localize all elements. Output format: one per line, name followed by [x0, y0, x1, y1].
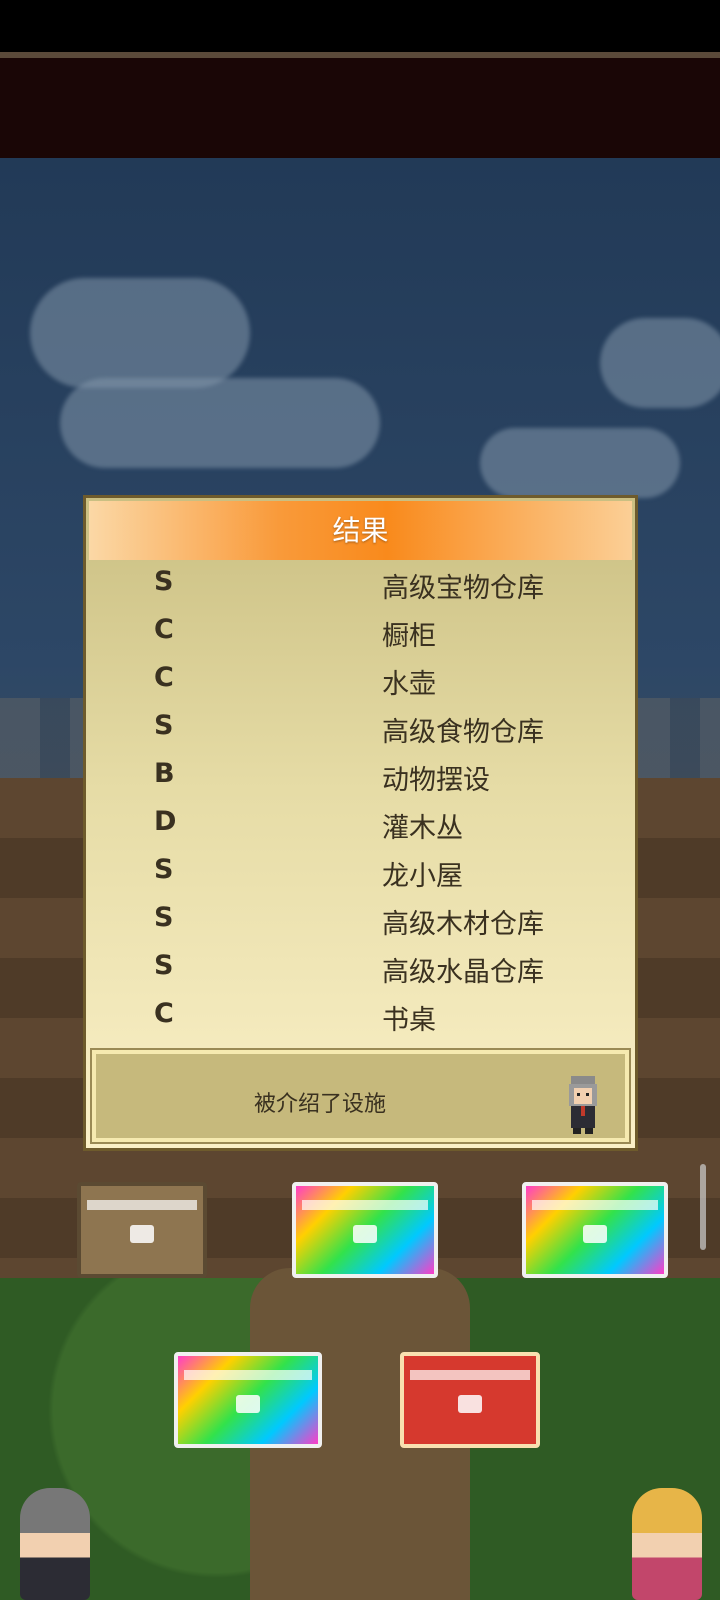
grade-label: C	[154, 662, 174, 693]
chest-lid	[532, 1200, 658, 1210]
chest-lock-icon	[130, 1224, 154, 1243]
blonde-girl-character	[632, 1488, 702, 1600]
facility-name: 动物摆设	[382, 765, 490, 796]
facility-name: 高级食物仓库	[382, 717, 544, 748]
result-row: C 书桌	[86, 992, 635, 1040]
result-row: D 灌木丛	[86, 800, 635, 848]
cloud	[600, 318, 720, 408]
result-row: S 高级宝物仓库	[86, 560, 635, 608]
chest-lid	[302, 1200, 428, 1210]
dialog-title: 结果	[89, 501, 632, 560]
rainbow-chest[interactable]	[292, 1182, 438, 1278]
result-row: B 动物摆设	[86, 752, 635, 800]
grade-label: C	[154, 614, 174, 645]
rainbow-chest[interactable]	[174, 1352, 322, 1448]
facility-name: 灌木丛	[382, 813, 463, 844]
facility-name: 高级水晶仓库	[382, 957, 544, 988]
rainbow-chest[interactable]	[522, 1182, 668, 1278]
grade-label: D	[154, 806, 177, 837]
grade-label: S	[154, 902, 174, 933]
wooden-chest[interactable]	[77, 1182, 207, 1278]
cloud	[480, 428, 680, 498]
facility-name: 龙小屋	[382, 861, 463, 892]
chest-lid	[184, 1370, 312, 1380]
facility-name: 高级宝物仓库	[382, 573, 544, 604]
gray-haired-man-character	[20, 1488, 90, 1600]
grade-label: B	[154, 758, 175, 789]
facility-name: 高级木材仓库	[382, 909, 544, 940]
facility-name: 书桌	[382, 1005, 436, 1036]
result-row: C 水壶	[86, 656, 635, 704]
top-banner	[0, 52, 720, 158]
result-row: S 高级食物仓库	[86, 704, 635, 752]
chest-lock-icon	[583, 1224, 607, 1243]
chest-lid	[410, 1370, 530, 1380]
cloud	[60, 378, 380, 468]
grade-label: S	[154, 710, 174, 741]
red-chest[interactable]	[400, 1352, 540, 1448]
chest-lock-icon	[353, 1224, 377, 1243]
grade-label: S	[154, 950, 174, 981]
chest-lock-icon	[458, 1394, 482, 1413]
results-dialog: 结果 S 高级宝物仓库 C 橱柜 C 水壶 S 高级食物仓库 B 动物摆设 D …	[83, 495, 638, 1151]
grade-label: S	[154, 854, 174, 885]
chest-lid	[87, 1200, 197, 1210]
cloud	[30, 278, 250, 388]
result-row: C 橱柜	[86, 608, 635, 656]
facility-name: 橱柜	[382, 621, 436, 652]
message-text: 被介绍了设施	[254, 1092, 387, 1117]
scrollbar[interactable]	[700, 1164, 706, 1250]
advisor-avatar-icon	[569, 1076, 597, 1134]
grade-label: S	[154, 566, 174, 597]
chest-lock-icon	[236, 1394, 260, 1413]
status-bar	[0, 0, 720, 52]
message-box[interactable]: 被介绍了设施	[90, 1048, 631, 1144]
facility-name: 水壶	[382, 669, 436, 700]
result-row: S 高级水晶仓库	[86, 944, 635, 992]
grade-label: C	[154, 998, 174, 1029]
result-row: S 龙小屋	[86, 848, 635, 896]
result-row: S 高级木材仓库	[86, 896, 635, 944]
